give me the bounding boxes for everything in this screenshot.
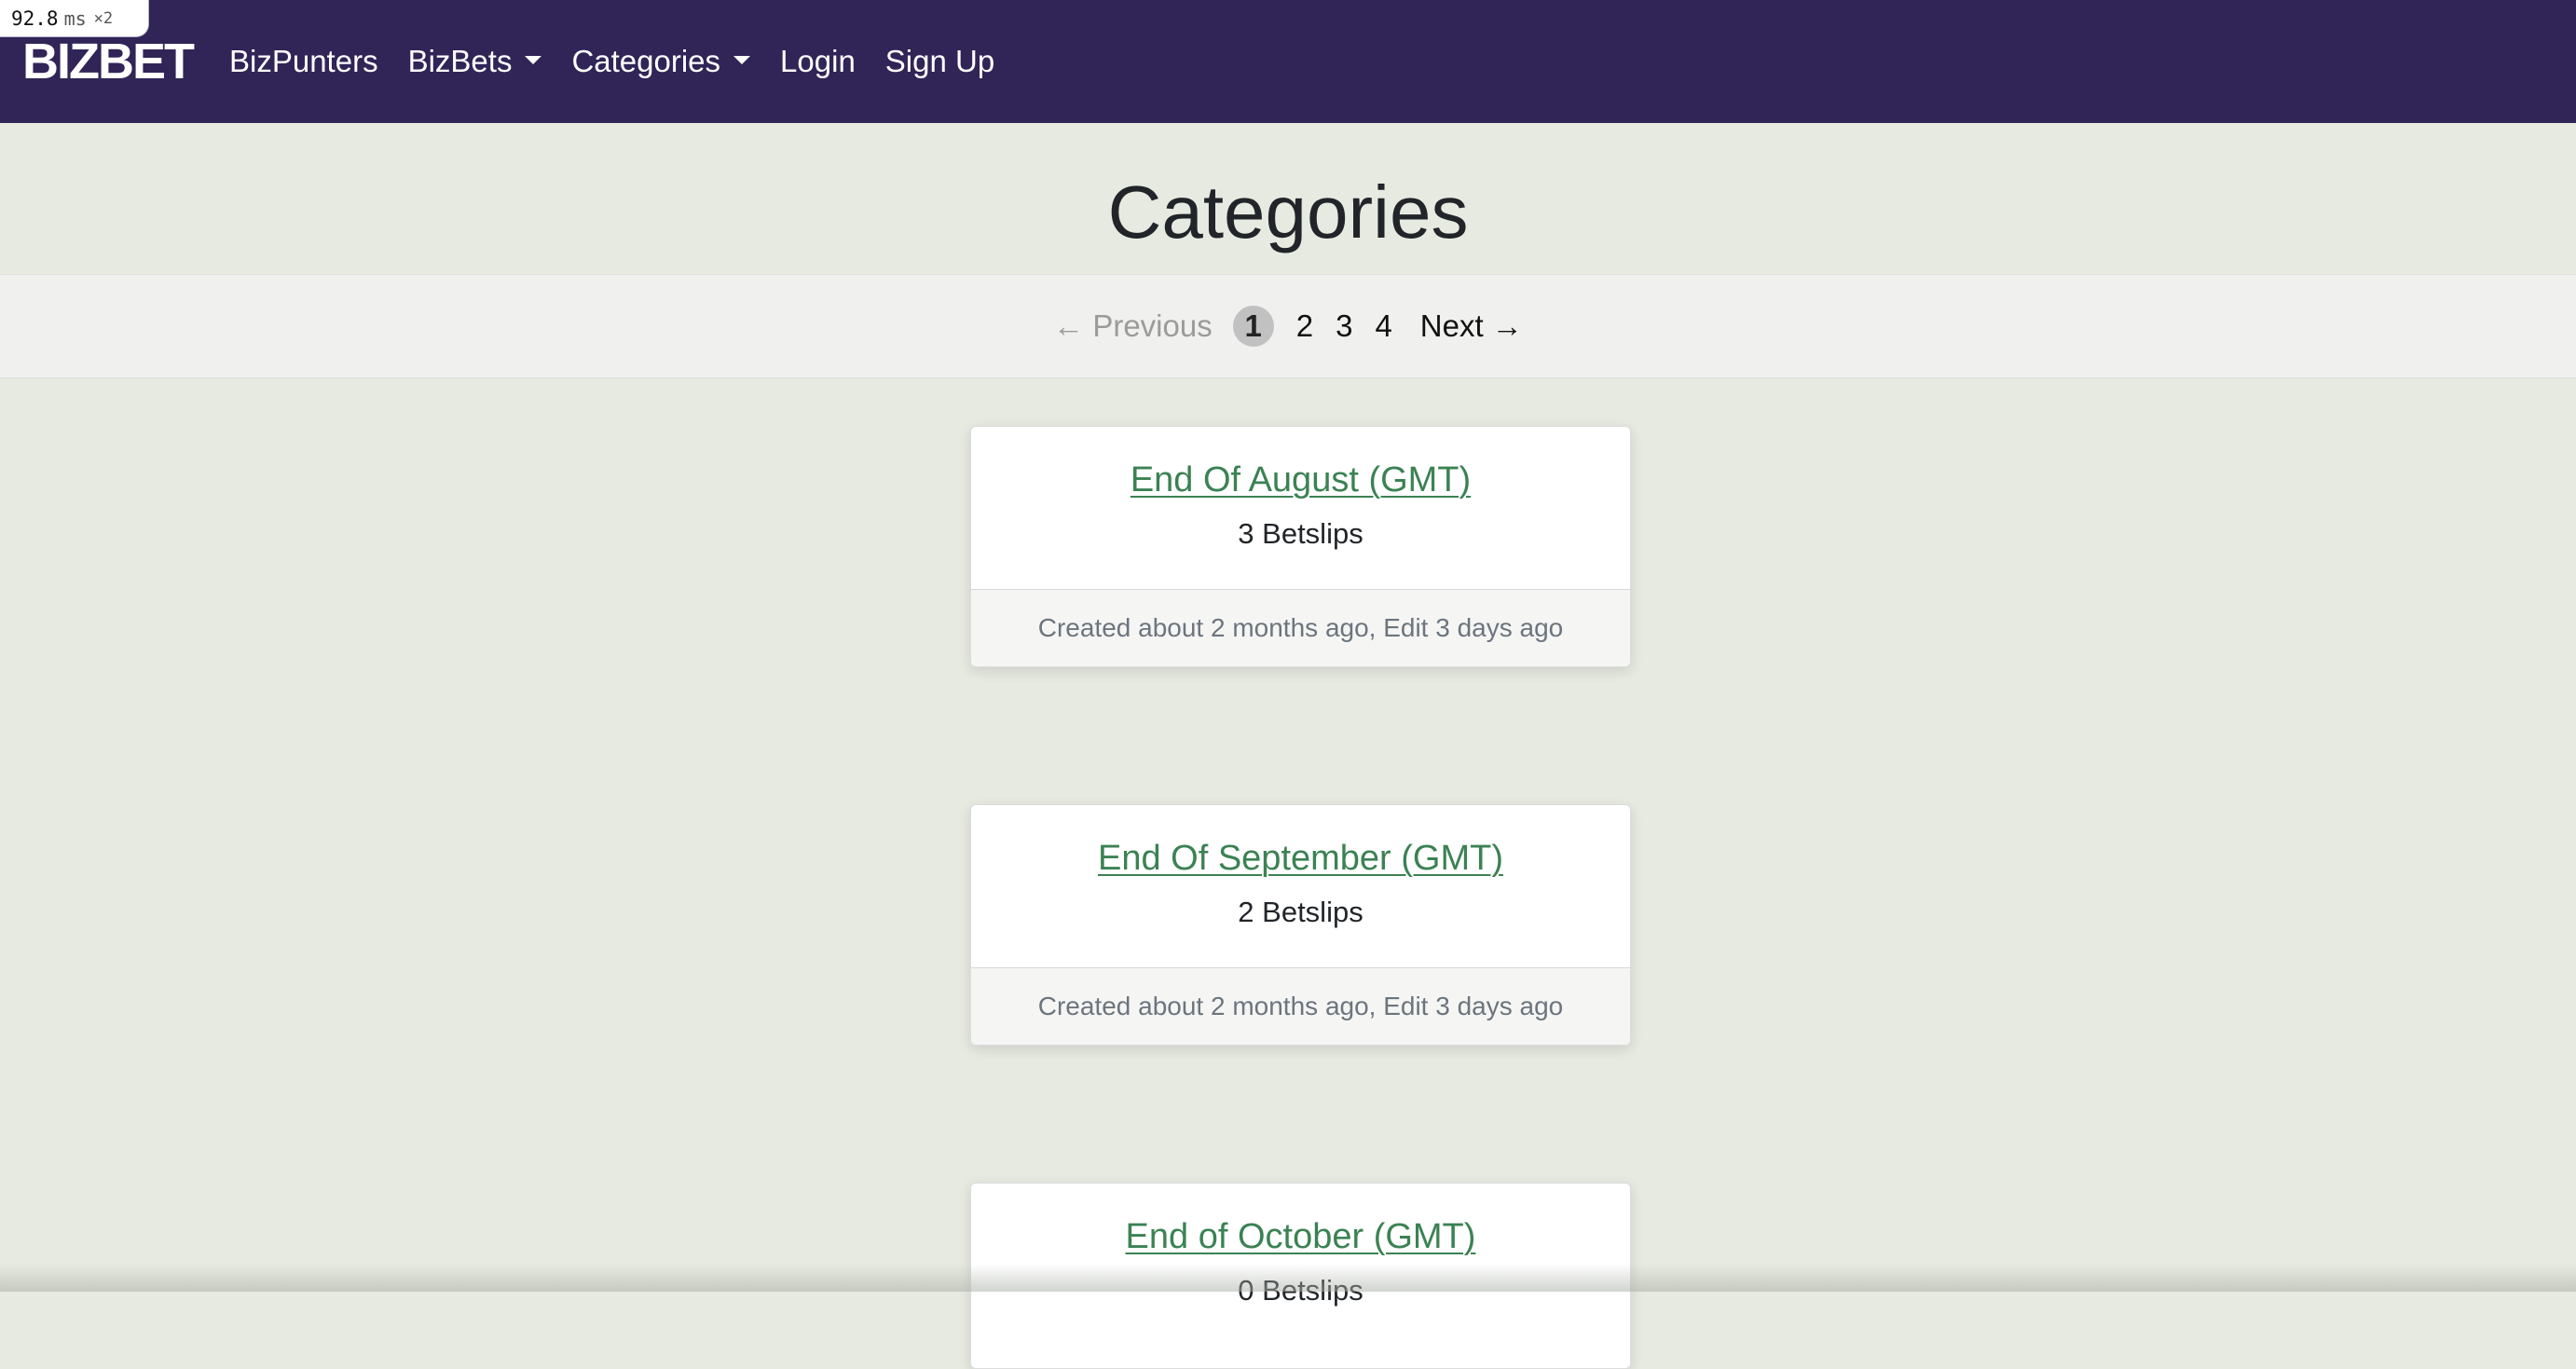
card-footer-timestamps: Created about 2 months ago, Edit 3 days …	[971, 967, 1630, 1045]
category-card: End of October (GMT) 0 Betslips	[970, 1183, 1631, 1369]
nav-item-signup[interactable]: Sign Up	[885, 44, 994, 79]
nav-item-label: Categories	[571, 44, 721, 78]
card-body: End of October (GMT) 0 Betslips	[971, 1184, 1630, 1346]
brand-logo[interactable]: BIZBET	[22, 34, 195, 89]
page-link-4[interactable]: 4	[1375, 308, 1391, 344]
nav-item-bizbets-dropdown[interactable]: BizBets	[408, 44, 542, 79]
nav-item-label: Sign Up	[884, 44, 995, 78]
page-link-3[interactable]: 3	[1336, 308, 1352, 344]
betslip-count: 3 Betslips	[1238, 517, 1363, 550]
category-card: End Of September (GMT) 2 Betslips Create…	[970, 804, 1631, 1046]
nav-item-label: Login	[780, 44, 856, 78]
card-footer-timestamps: Created about 2 months ago, Edit 3 days …	[971, 589, 1630, 666]
category-card: End Of August (GMT) 3 Betslips Created a…	[970, 426, 1631, 667]
nav-item-bizpunters[interactable]: BizPunters	[229, 44, 378, 79]
page-title: Categories	[1107, 171, 1469, 253]
page-link-2[interactable]: 2	[1296, 308, 1313, 344]
nav-item-login[interactable]: Login	[780, 44, 856, 79]
betslip-count: 2 Betslips	[1238, 896, 1363, 928]
perf-multiplier: ×2	[93, 8, 114, 28]
caret-down-icon	[525, 55, 542, 64]
perf-unit: ms	[63, 7, 87, 30]
category-title-link[interactable]: End Of August (GMT)	[1130, 459, 1471, 501]
nav-item-label: BizBets	[407, 44, 513, 78]
card-body: End Of September (GMT) 2 Betslips	[971, 805, 1630, 967]
pagination: ← Previous 1 2 3 4 Next →	[1046, 306, 1530, 347]
betslip-count: 0 Betslips	[1238, 1274, 1363, 1307]
next-page-link[interactable]: Next →	[1420, 308, 1523, 344]
category-title-link[interactable]: End Of September (GMT)	[1098, 837, 1503, 880]
caret-down-icon	[733, 55, 751, 64]
previous-page-link: ← Previous	[1053, 308, 1213, 343]
pagination-bar: ← Previous 1 2 3 4 Next →	[0, 274, 2576, 378]
perf-value: 92.8	[11, 7, 59, 30]
card-body: End Of August (GMT) 3 Betslips	[971, 427, 1630, 589]
current-page-indicator: 1	[1232, 306, 1274, 347]
nav-item-label: BizPunters	[229, 44, 378, 78]
perf-badge: 92.8 ms ×2	[0, 0, 149, 37]
top-navbar: BIZBET BizPunters BizBets Categories Log…	[0, 0, 2576, 123]
nav-item-categories-dropdown[interactable]: Categories	[571, 44, 751, 79]
category-title-link[interactable]: End of October (GMT)	[1126, 1215, 1476, 1258]
nav-menu: BizPunters BizBets Categories Login Sign…	[229, 37, 1024, 86]
